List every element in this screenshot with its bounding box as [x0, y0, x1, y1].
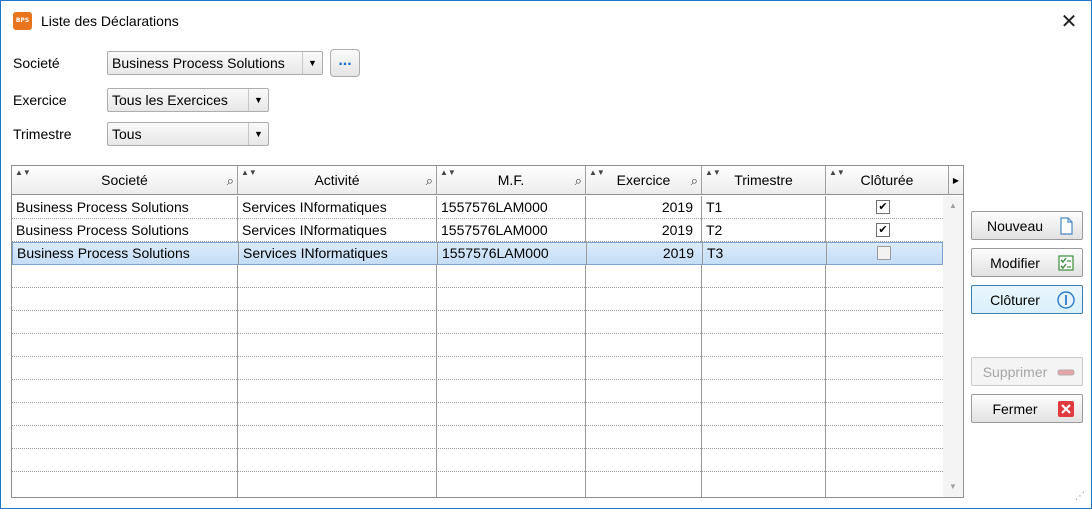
- cell-societe: Business Process Solutions: [12, 219, 238, 242]
- cell-trimestre: T2: [702, 219, 826, 242]
- cell-cloturee: ✔: [826, 196, 943, 219]
- cell-activite: Services INformatiques: [238, 196, 437, 219]
- window-title: Liste des Déclarations: [41, 13, 179, 29]
- societe-select-value: Business Process Solutions: [112, 55, 285, 71]
- nouveau-button[interactable]: Nouveau: [971, 211, 1083, 240]
- sort-icon: ▲▼: [15, 168, 31, 177]
- cell-cloturee: ✔: [826, 219, 943, 242]
- chevron-down-icon: ▼: [302, 52, 322, 74]
- remove-bar-icon: [1057, 369, 1075, 376]
- table-row[interactable]: Business Process Solutions Services INfo…: [12, 219, 943, 242]
- empty-row: [12, 426, 943, 449]
- fermer-button[interactable]: Fermer: [971, 394, 1083, 423]
- resize-grip-icon[interactable]: ⋰: [1075, 491, 1085, 502]
- scroll-down-icon[interactable]: ▼: [943, 479, 963, 495]
- trimestre-label: Trimestre: [13, 126, 72, 142]
- societe-select[interactable]: Business Process Solutions ▼: [107, 51, 323, 75]
- close-red-icon: [1058, 401, 1074, 417]
- cell-societe: Business Process Solutions: [12, 196, 238, 219]
- column-header-cloturee[interactable]: ▲▼ Clôturée: [826, 166, 949, 195]
- cell-trimestre: T3: [703, 242, 827, 265]
- cloturee-checkbox[interactable]: ✔: [876, 223, 890, 237]
- edit-checklist-icon: [1058, 255, 1074, 271]
- bps-app-icon: BPS: [13, 12, 32, 30]
- table-row[interactable]: Business Process Solutions Services INfo…: [12, 196, 943, 219]
- vertical-scrollbar[interactable]: ▲ ▼: [943, 196, 963, 497]
- chevron-down-icon: ▼: [248, 123, 268, 145]
- declarations-grid: ▲▼ Societé ⌕ ▲▼ Activité ⌕ ▲▼ M.F. ⌕ ▲▼ …: [11, 165, 964, 498]
- chevron-right-icon[interactable]: ▶: [949, 166, 963, 195]
- sort-icon: ▲▼: [589, 168, 605, 177]
- trimestre-select[interactable]: Tous ▼: [107, 122, 269, 146]
- column-header-mf[interactable]: ▲▼ M.F. ⌕: [437, 166, 586, 195]
- cell-mf: 1557576LAM000: [437, 219, 586, 242]
- exercice-select[interactable]: Tous les Exercices ▼: [107, 88, 269, 112]
- empty-row: [12, 357, 943, 380]
- empty-row: [12, 288, 943, 311]
- cloturer-button[interactable]: Clôturer: [971, 285, 1083, 314]
- title-bar: BPS Liste des Déclarations ✕: [1, 1, 1091, 41]
- exercice-select-value: Tous les Exercices: [112, 92, 228, 108]
- column-header-trimestre[interactable]: ▲▼ Trimestre: [702, 166, 826, 195]
- chevron-down-icon: ▼: [248, 89, 268, 111]
- cell-mf: 1557576LAM000: [437, 196, 586, 219]
- cloturee-checkbox[interactable]: [877, 246, 891, 260]
- scroll-up-icon[interactable]: ▲: [943, 198, 963, 214]
- societe-label: Societé: [13, 55, 60, 71]
- column-header-exercice[interactable]: ▲▼ Exercice ⌕: [586, 166, 702, 195]
- empty-row: [12, 265, 943, 288]
- cell-trimestre: T1: [702, 196, 826, 219]
- search-icon[interactable]: ⌕: [575, 166, 582, 195]
- sort-icon: ▲▼: [241, 168, 257, 177]
- exercice-label: Exercice: [13, 92, 67, 108]
- empty-row: [12, 472, 943, 497]
- search-icon[interactable]: ⌕: [426, 166, 433, 195]
- grid-header: ▲▼ Societé ⌕ ▲▼ Activité ⌕ ▲▼ M.F. ⌕ ▲▼ …: [12, 166, 963, 195]
- empty-row: [12, 334, 943, 357]
- trimestre-select-value: Tous: [112, 126, 142, 142]
- modifier-button[interactable]: Modifier: [971, 248, 1083, 277]
- cell-societe: Business Process Solutions: [13, 242, 239, 265]
- empty-row: [12, 449, 943, 472]
- search-icon[interactable]: ⌕: [691, 166, 698, 195]
- empty-row: [12, 311, 943, 334]
- sort-icon: ▲▼: [440, 168, 456, 177]
- table-row-selected[interactable]: Business Process Solutions Services INfo…: [12, 242, 943, 265]
- sort-icon: ▲▼: [705, 168, 721, 177]
- new-document-icon: [1060, 217, 1073, 235]
- column-header-activite[interactable]: ▲▼ Activité ⌕: [238, 166, 437, 195]
- empty-row: [12, 380, 943, 403]
- cell-cloturee: [827, 242, 942, 265]
- cell-exercice: 2019: [587, 242, 703, 265]
- cell-activite: Services INformatiques: [238, 219, 437, 242]
- cell-exercice: 2019: [586, 196, 702, 219]
- cell-activite: Services INformatiques: [239, 242, 438, 265]
- close-window-button[interactable]: ✕: [1047, 1, 1091, 41]
- column-header-societe[interactable]: ▲▼ Societé ⌕: [12, 166, 238, 195]
- cell-mf: 1557576LAM000: [438, 242, 587, 265]
- supprimer-button[interactable]: Supprimer: [971, 357, 1083, 386]
- declarations-window: BPS Liste des Déclarations ✕ Societé Bus…: [0, 0, 1092, 509]
- sort-icon: ▲▼: [829, 168, 845, 177]
- browse-societe-button[interactable]: ...: [330, 49, 360, 77]
- cell-exercice: 2019: [586, 219, 702, 242]
- cloturee-checkbox[interactable]: ✔: [876, 200, 890, 214]
- info-circle-icon: [1057, 291, 1075, 309]
- empty-row: [12, 403, 943, 426]
- search-icon[interactable]: ⌕: [227, 166, 234, 195]
